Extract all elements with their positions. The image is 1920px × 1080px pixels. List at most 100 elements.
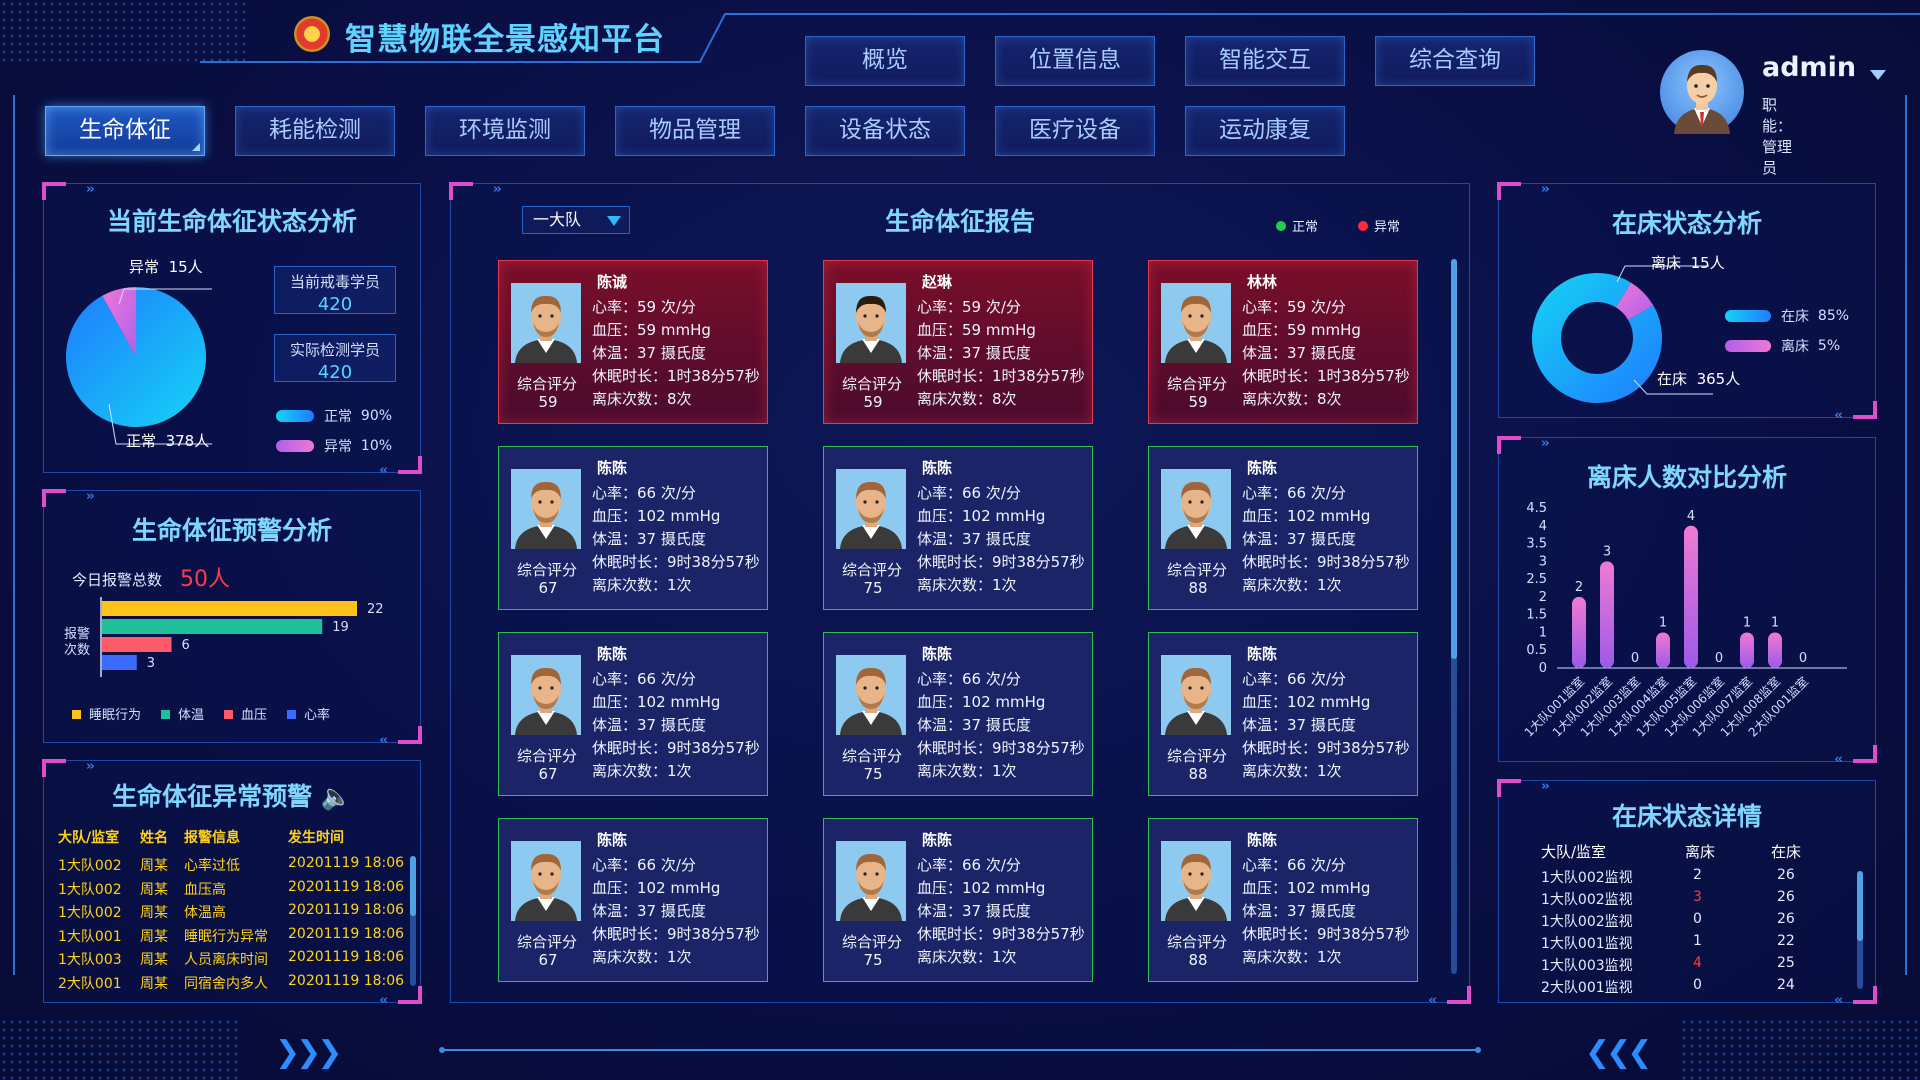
blood-pressure: 血压：102 mmHg: [592, 507, 721, 525]
person-card[interactable]: 陈陈 心率：66 次/分 血压：102 mmHg 体温：37 摄氏度 休眠时长：…: [1148, 446, 1418, 610]
bed-detail-scrollbar[interactable]: [1857, 871, 1863, 989]
y-tick: 1: [1539, 625, 1547, 640]
blood-pressure: 血压：59 mmHg: [1242, 321, 1361, 339]
score-value: 59: [538, 393, 558, 411]
leave-compare-panel: ›› 离床人数对比分析 4.5 4 3.5 3 2.5 2 1.5 1 0.5 0 2 1大队001监…: [1497, 436, 1877, 767]
bar-0: [102, 601, 357, 616]
warning-panel: ›› 生命体征预警分析 今日报警总数 50人 报警 次数 22 19 6 3 睡眠行为…: [42, 489, 422, 748]
bar-2: [102, 637, 172, 652]
bar-value-2: 0: [1631, 651, 1639, 666]
report-scrollbar[interactable]: [1451, 259, 1457, 974]
leave-label: 离床 15人: [1651, 254, 1725, 272]
nav-query[interactable]: 综合查询: [1375, 36, 1535, 86]
tab-energy[interactable]: 耗能检测: [235, 106, 395, 156]
bed-status-panel: ›› 在床状态分析 离床 15人 在床 365人 在床 85% 离床 5% ‹‹: [1497, 182, 1877, 423]
person-card[interactable]: 陈陈 心率：66 次/分 血压：102 mmHg 体温：37 摄氏度 休眠时长：…: [1148, 632, 1418, 796]
blood-pressure: 血压：102 mmHg: [592, 693, 721, 711]
person-photo: [1161, 655, 1231, 735]
username[interactable]: admin: [1762, 52, 1856, 83]
person-card[interactable]: 陈陈 心率：66 次/分 血压：102 mmHg 体温：37 摄氏度 休眠时长：…: [498, 818, 768, 982]
blood-pressure: 血压：102 mmHg: [1242, 507, 1371, 525]
blood-pressure: 血压：102 mmHg: [1242, 879, 1371, 897]
person-photo: [511, 469, 581, 549]
heart-rate: 心率：66 次/分: [1242, 484, 1346, 502]
chevron-icon: ››: [1541, 436, 1550, 451]
tab-items[interactable]: 物品管理: [615, 106, 775, 156]
y-tick: 4.5: [1526, 501, 1547, 516]
alarm-total-value: 50人: [180, 567, 230, 592]
heart-rate: 心率：66 次/分: [917, 484, 1021, 502]
tab-rehab[interactable]: 运动康复: [1185, 106, 1345, 156]
score-label: 综合评分: [517, 933, 578, 951]
avatar[interactable]: [1660, 50, 1744, 134]
bar-value-8: 0: [1799, 651, 1807, 666]
chevron-icon: ››: [86, 759, 95, 774]
leave-bed-count: 离床次数：1次: [592, 948, 692, 966]
sleep-duration: 休眠时长：9时38分57秒: [1242, 925, 1410, 943]
person-card[interactable]: 陈陈 心率：66 次/分 血压：102 mmHg 体温：37 摄氏度 休眠时长：…: [823, 632, 1093, 796]
person-card[interactable]: 陈陈 心率：66 次/分 血压：102 mmHg 体温：37 摄氏度 休眠时长：…: [1148, 818, 1418, 982]
score-value: 75: [863, 765, 883, 783]
person-photo: [511, 283, 581, 363]
person-card[interactable]: 陈陈 心率：66 次/分 血压：102 mmHg 体温：37 摄氏度 休眠时长：…: [823, 818, 1093, 982]
person-card[interactable]: 陈陈 心率：66 次/分 血压：102 mmHg 体温：37 摄氏度 休眠时长：…: [823, 446, 1093, 610]
heart-rate: 心率：66 次/分: [1242, 856, 1346, 874]
legend-abnormal: 异常 10%: [276, 436, 392, 456]
box-value: 420: [317, 362, 353, 383]
chevron-down-icon[interactable]: [1870, 70, 1886, 80]
y-axis-label: 报警 次数: [64, 627, 91, 658]
tab-environment[interactable]: 环境监测: [425, 106, 585, 156]
alarm-total-label: 今日报警总数: [72, 571, 163, 589]
legend-leave: 离床 5%: [1725, 336, 1840, 356]
person-name: 陈诚: [597, 273, 628, 291]
person-photo: [1161, 841, 1231, 921]
temperature: 体温：37 摄氏度: [592, 716, 706, 734]
chevron-icon: ‹‹: [1834, 408, 1843, 423]
legend-normal: 正常 90%: [276, 406, 392, 426]
vital-status-panel: ›› 当前生命体征状态分析 异常 15人 正常 378人 当前戒毒学员 420 …: [42, 182, 422, 478]
bar-value-0: 2: [1575, 580, 1583, 595]
score-value: 75: [863, 951, 883, 969]
temperature: 体温：37 摄氏度: [1242, 716, 1356, 734]
tab-device-status[interactable]: 设备状态: [805, 106, 965, 156]
leave-bed-count: 离床次数：1次: [592, 576, 692, 594]
y-tick: 0.5: [1526, 643, 1547, 658]
leave-bed-count: 离床次数：8次: [917, 390, 1017, 408]
person-photo: [511, 655, 581, 735]
nav-location[interactable]: 位置信息: [995, 36, 1155, 86]
heart-rate: 心率：59 次/分: [917, 298, 1021, 316]
legend-item: 体温: [161, 704, 204, 723]
nav-overview[interactable]: 概览: [805, 36, 965, 86]
person-card[interactable]: 陈陈 心率：66 次/分 血压：102 mmHg 体温：37 摄氏度 休眠时长：…: [498, 446, 768, 610]
nav-interaction[interactable]: 智能交互: [1185, 36, 1345, 86]
heart-rate: 心率：66 次/分: [592, 856, 696, 874]
person-photo: [836, 283, 906, 363]
tab-vital-signs[interactable]: 生命体征: [45, 106, 205, 156]
heart-rate: 心率：66 次/分: [592, 484, 696, 502]
person-name: 陈陈: [922, 459, 953, 477]
person-name: 赵琳: [922, 273, 953, 291]
temperature: 体温：37 摄氏度: [592, 344, 706, 362]
person-card[interactable]: 陈陈 心率：66 次/分 血压：102 mmHg 体温：37 摄氏度 休眠时长：…: [498, 632, 768, 796]
blood-pressure: 血压：59 mmHg: [917, 321, 1036, 339]
score-label: 综合评分: [842, 933, 903, 951]
bar-value-3: 1: [1659, 615, 1667, 630]
tab-medical[interactable]: 医疗设备: [995, 106, 1155, 156]
person-name: 林林: [1247, 273, 1278, 291]
person-card[interactable]: 陈诚 心率：59 次/分 血压：59 mmHg 体温：37 摄氏度 休眠时长：1…: [498, 260, 768, 424]
legend-swatch: [1725, 340, 1771, 352]
sleep-duration: 休眠时长：1时38分57秒: [1242, 367, 1410, 385]
bar-value-7: 1: [1771, 615, 1779, 630]
leave-bed-count: 离床次数：8次: [1242, 390, 1342, 408]
bar-label-1: 19: [332, 620, 349, 635]
person-card[interactable]: 林林 心率：59 次/分 血压：59 mmHg 体温：37 摄氏度 休眠时长：1…: [1148, 260, 1418, 424]
sleep-duration: 休眠时长：9时38分57秒: [917, 739, 1085, 757]
person-card[interactable]: 赵琳 心率：59 次/分 血压：59 mmHg 体温：37 摄氏度 休眠时长：1…: [823, 260, 1093, 424]
temperature: 体温：37 摄氏度: [1242, 902, 1356, 920]
alerts-scrollbar[interactable]: [410, 856, 416, 986]
tested-inmates-box: 实际检测学员 420: [274, 334, 396, 383]
speaker-icon[interactable]: 🔈: [321, 782, 352, 811]
bar-1: [1600, 561, 1614, 668]
legend-item: 睡眠行为: [72, 704, 141, 723]
leave-bed-count: 离床次数：1次: [1242, 762, 1342, 780]
